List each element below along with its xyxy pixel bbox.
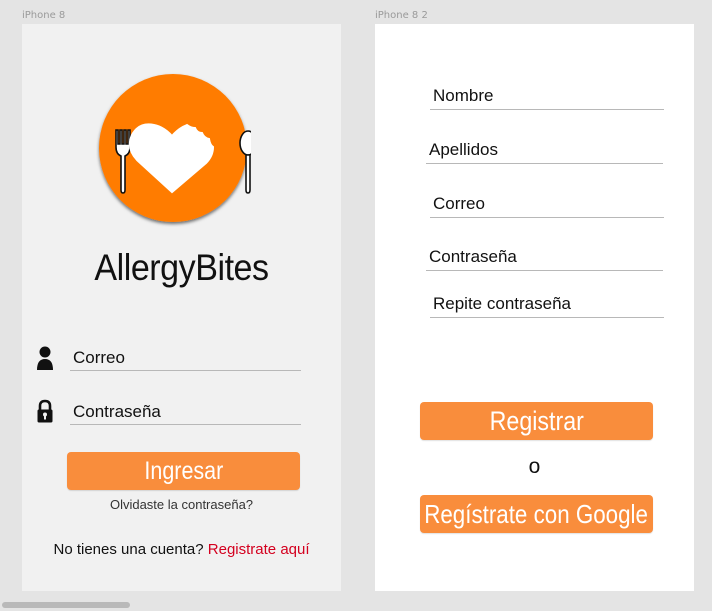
or-separator: o [528,455,541,478]
repeat-password-field[interactable] [430,290,664,318]
password-row [36,399,301,429]
horizontal-scrollbar[interactable] [2,602,130,608]
email-field[interactable] [70,345,301,371]
login-screen: AllergyBites Ingresar Olvidaste la contr… [22,24,341,591]
register-link[interactable]: Registrate aquí [208,541,310,558]
name-field[interactable] [430,82,664,110]
signup-prompt: No tienes una cuenta? Registrate aquí [22,541,341,558]
password-field[interactable] [70,399,301,425]
user-icon [37,346,53,370]
no-account-text: No tienes una cuenta? [53,541,204,558]
register-screen: Registrar o Regístrate con Google [375,24,694,591]
email-field[interactable] [430,190,664,218]
email-row [36,345,301,375]
lastname-field[interactable] [426,136,663,164]
register-button[interactable]: Registrar [420,402,653,440]
forgot-password-link[interactable]: Olvidaste la contraseña? [22,497,341,512]
login-button[interactable]: Ingresar [67,452,300,490]
artboard-label-register: iPhone 8 2 [375,10,428,21]
lock-icon [37,399,53,423]
google-signup-label: Regístrate con Google [424,498,649,529]
password-field[interactable] [426,243,663,271]
register-button-label: Registrar [489,405,584,436]
google-signup-button[interactable]: Regístrate con Google [420,495,653,533]
artboard-label-login: iPhone 8 [22,10,66,21]
login-button-label: Ingresar [144,456,223,485]
allergybites-logo-icon [99,74,251,222]
app-title: AllergyBites [94,247,269,288]
